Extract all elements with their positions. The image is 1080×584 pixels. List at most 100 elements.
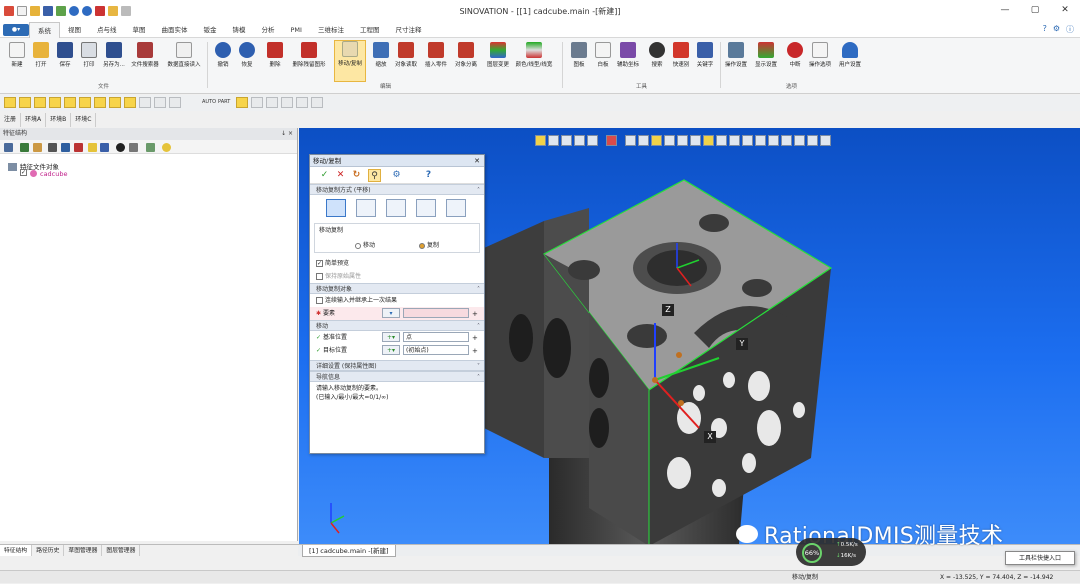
- mode-align-icon[interactable]: [446, 199, 466, 217]
- layer-change-button[interactable]: 图层变更: [484, 42, 512, 68]
- line-chain-icon[interactable]: [296, 97, 308, 108]
- open-button[interactable]: 打开: [28, 42, 54, 68]
- operation-options-button[interactable]: 操作选项: [806, 42, 834, 68]
- target-position-input[interactable]: (初始点): [403, 345, 469, 355]
- grid-icon[interactable]: [169, 97, 181, 108]
- delete-button[interactable]: 删除: [262, 42, 288, 68]
- print-button[interactable]: 打印: [76, 42, 102, 68]
- help-icon[interactable]: ?: [1043, 24, 1047, 35]
- tab-layer-manager[interactable]: 图层管理器: [102, 545, 141, 556]
- snap-polyline-icon[interactable]: [49, 97, 61, 108]
- section-mode[interactable]: 移动复制方式 (平移) ˄: [310, 184, 484, 195]
- interrupt-button[interactable]: 中断: [782, 42, 808, 68]
- line-wave-icon[interactable]: [281, 97, 293, 108]
- pointer-icon[interactable]: [311, 97, 323, 108]
- delete-residual-button[interactable]: 删除残留图形: [288, 42, 330, 68]
- snap-arc-icon[interactable]: [79, 97, 91, 108]
- env-tab-c[interactable]: 环境C: [71, 113, 97, 127]
- quick-identify-button[interactable]: 快速别: [668, 42, 694, 68]
- plane-icon[interactable]: [139, 97, 151, 108]
- display-settings-button[interactable]: 显示设置: [752, 42, 780, 68]
- auto-mode-label[interactable]: AUTO: [202, 99, 216, 105]
- minimize-button[interactable]: —: [990, 0, 1020, 20]
- part-mode-label[interactable]: PART: [218, 99, 230, 105]
- tab-point-line[interactable]: 点与线: [89, 22, 125, 38]
- tab-3d-annotation[interactable]: 三维标注: [310, 22, 352, 38]
- delete-node-icon[interactable]: [74, 143, 83, 152]
- help-icon[interactable]: ?: [422, 169, 435, 182]
- snap-curve-icon[interactable]: [34, 97, 46, 108]
- tab-dimension-note[interactable]: 尺寸注释: [387, 22, 429, 38]
- tab-sketch-manager[interactable]: 草图管理器: [64, 545, 103, 556]
- whiteboard-button[interactable]: 白板: [590, 42, 616, 68]
- target-picker-button[interactable]: +▾: [382, 345, 400, 355]
- move-icon[interactable]: [108, 6, 118, 16]
- properties-icon[interactable]: [129, 143, 138, 152]
- mode-translate-icon[interactable]: [326, 199, 346, 217]
- toolbar-shortcut-toast[interactable]: 工具栏快捷入口: [1005, 551, 1075, 565]
- help-icon[interactable]: [162, 143, 171, 152]
- mode-mirror-icon[interactable]: [416, 199, 436, 217]
- undo-button[interactable]: 撤销: [210, 42, 236, 68]
- continue-row[interactable]: 连续输入并继承上一次结果: [310, 294, 484, 307]
- save-as-button[interactable]: 另存为...: [100, 42, 128, 68]
- list-icon[interactable]: [61, 143, 70, 152]
- network-speed-widget[interactable]: 66% ↑0.5K/s ↓16K/s: [796, 538, 866, 566]
- sort-icon[interactable]: [100, 143, 109, 152]
- folder-icon[interactable]: [88, 143, 97, 152]
- undo-icon[interactable]: [69, 6, 79, 16]
- new-file-icon[interactable]: [17, 6, 27, 16]
- line-dash-icon[interactable]: [266, 97, 278, 108]
- keep-original-checkbox[interactable]: [316, 273, 323, 280]
- direct-read-button[interactable]: 数据直接读入: [166, 42, 202, 68]
- radio-copy[interactable]: 复制: [419, 240, 439, 249]
- filter-icon[interactable]: [48, 143, 57, 152]
- section-move[interactable]: 移动 ˄: [310, 320, 484, 331]
- cancel-icon[interactable]: ✕: [334, 169, 347, 182]
- tab-view[interactable]: 视图: [60, 22, 89, 38]
- save-tree-icon[interactable]: [4, 143, 13, 152]
- tab-casting[interactable]: 铸模: [225, 22, 254, 38]
- object-read-button[interactable]: 对象读取: [392, 42, 420, 68]
- file-searcher-button[interactable]: 文件搜索器: [130, 42, 160, 68]
- print-icon[interactable]: [56, 6, 66, 16]
- user-settings-button[interactable]: 用户设置: [836, 42, 864, 68]
- env-tab-b[interactable]: 环境B: [46, 113, 72, 127]
- keep-original-row[interactable]: 保持原始属性: [310, 270, 484, 283]
- tree-checkbox[interactable]: ✓: [20, 169, 29, 176]
- element-picker-button[interactable]: ▾: [382, 308, 400, 318]
- delete-icon[interactable]: [95, 6, 105, 16]
- confirm-icon[interactable]: ✓: [318, 169, 331, 182]
- target-add-icon[interactable]: +: [472, 345, 478, 358]
- dialog-close-button[interactable]: ✕: [474, 155, 480, 167]
- env-tab-a[interactable]: 环境A: [21, 113, 47, 127]
- preview-checkbox[interactable]: ✓: [316, 260, 323, 267]
- panel-pin-close[interactable]: ↓ ×: [281, 128, 293, 140]
- tab-feature-structure[interactable]: 特征结构: [0, 545, 33, 556]
- search-button[interactable]: 搜索: [644, 42, 670, 68]
- board-button[interactable]: 图板: [566, 42, 592, 68]
- base-position-input[interactable]: 点: [403, 332, 469, 342]
- refresh-icon[interactable]: [146, 143, 155, 152]
- settings-icon[interactable]: ⚙: [1053, 24, 1060, 35]
- customize-icon[interactable]: [121, 6, 131, 16]
- maximize-button[interactable]: ▢: [1020, 0, 1050, 20]
- continue-checkbox[interactable]: [316, 297, 323, 304]
- snap-line-icon[interactable]: [19, 97, 31, 108]
- tab-drawing[interactable]: 工程图: [352, 22, 388, 38]
- tab-system[interactable]: 系统: [29, 21, 60, 38]
- snap-mode-icon[interactable]: [236, 97, 248, 108]
- aux-coordinate-button[interactable]: 辅助坐标: [614, 42, 642, 68]
- preview-icon[interactable]: ⚲: [368, 169, 381, 182]
- tab-sheet-metal[interactable]: 钣金: [196, 22, 225, 38]
- tab-analysis[interactable]: 分析: [254, 22, 283, 38]
- save-icon[interactable]: [43, 6, 53, 16]
- radio-move[interactable]: 移动: [355, 240, 375, 249]
- open-folder-icon[interactable]: [30, 6, 40, 16]
- tree-child-cadcube[interactable]: cadcube: [40, 170, 68, 178]
- line-style-icon[interactable]: [251, 97, 263, 108]
- mode-vector-icon[interactable]: [356, 199, 376, 217]
- expand-icon[interactable]: [20, 143, 29, 152]
- settings-icon[interactable]: ⚙: [390, 169, 403, 182]
- save-button[interactable]: 保存: [52, 42, 78, 68]
